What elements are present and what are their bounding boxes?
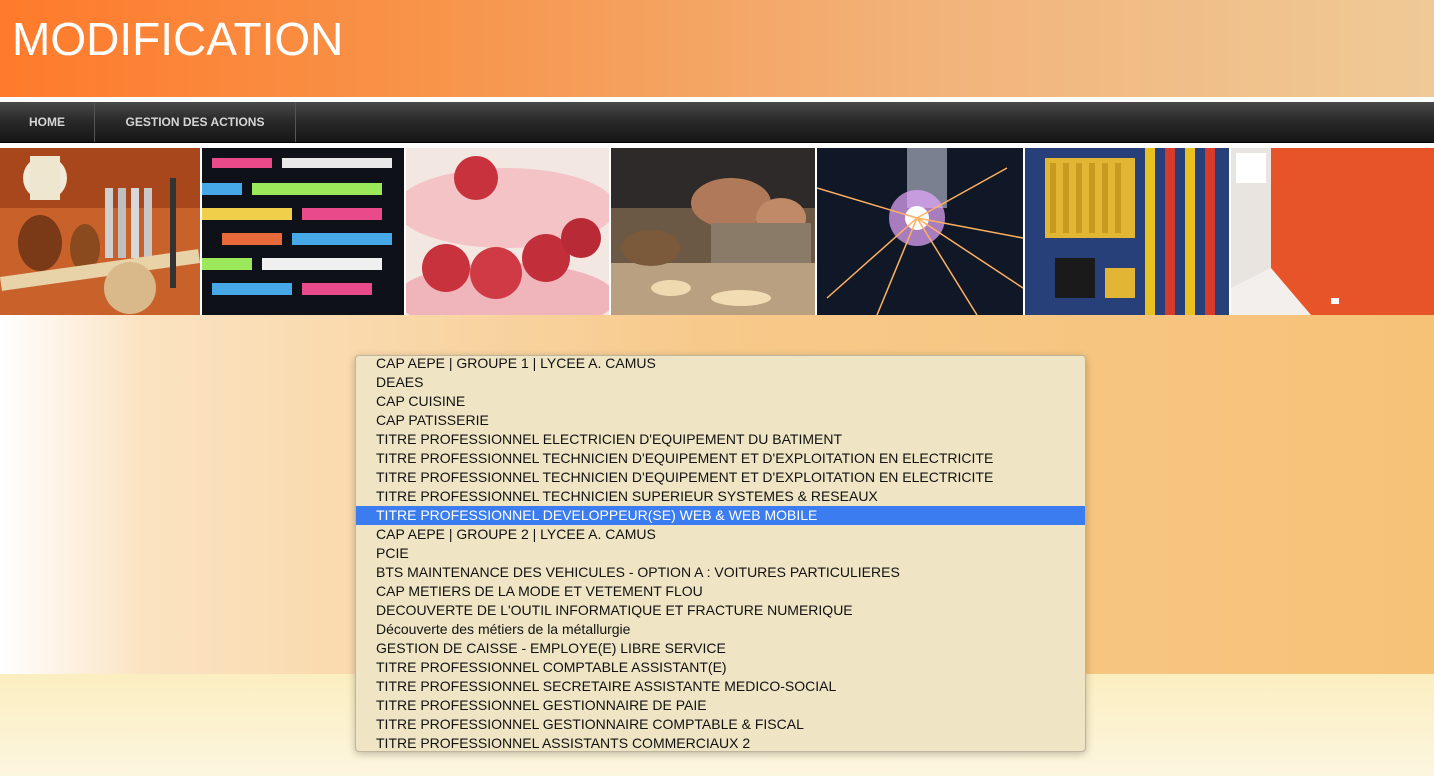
dropdown-option[interactable]: DECOUVERTE DE L'OUTIL INFORMATIQUE ET FR… — [356, 601, 1085, 620]
woodworking-plane-image — [611, 148, 815, 315]
dropdown-option[interactable]: TITRE PROFESSIONNEL TECHNICIEN D'EQUIPEM… — [356, 449, 1085, 468]
main-nav: HOME GESTION DES ACTIONS — [0, 102, 1434, 143]
painted-room-image — [1231, 148, 1434, 315]
dropdown-option[interactable]: CAP AEPE | GROUPE 1 | LYCEE A. CAMUS — [356, 356, 1085, 373]
action-select-dropdown[interactable]: CAP AEPE | GROUPE 1 | LYCEE A. CAMUS DEAE… — [355, 355, 1086, 752]
dropdown-option[interactable]: TITRE PROFESSIONNEL COMPTABLE ASSISTANT(… — [356, 658, 1085, 677]
nav-home-link[interactable]: HOME — [0, 102, 95, 142]
dropdown-option-selected[interactable]: TITRE PROFESSIONNEL DEVELOPPEUR(SE) WEB … — [356, 506, 1085, 525]
dropdown-option[interactable]: DEAES — [356, 373, 1085, 392]
dropdown-option[interactable]: BTS MAINTENANCE DES VEHICULES - OPTION A… — [356, 563, 1085, 582]
motherboard-image — [1025, 148, 1229, 315]
dropdown-option[interactable]: TITRE PROFESSIONNEL ASSISTANTS COMMERCIA… — [356, 734, 1085, 751]
dropdown-options-list[interactable]: CAP AEPE | GROUPE 1 | LYCEE A. CAMUS DEAE… — [356, 356, 1085, 751]
dropdown-option[interactable]: CAP AEPE | GROUPE 2 | LYCEE A. CAMUS — [356, 525, 1085, 544]
dropdown-option[interactable]: TITRE PROFESSIONNEL GESTIONNAIRE DE PAIE — [356, 696, 1085, 715]
dropdown-option[interactable]: TITRE PROFESSIONNEL TECHNICIEN SUPERIEUR… — [356, 487, 1085, 506]
dropdown-option[interactable]: PCIE — [356, 544, 1085, 563]
code-screen-image — [202, 148, 404, 315]
nav-gestion-actions-link[interactable]: GESTION DES ACTIONS — [95, 102, 296, 142]
dropdown-option[interactable]: CAP PATISSERIE — [356, 411, 1085, 430]
dropdown-option[interactable]: CAP CUISINE — [356, 392, 1085, 411]
dropdown-option[interactable]: Découverte des métiers de la métallurgie — [356, 620, 1085, 639]
dropdown-option[interactable]: CAP METIERS DE LA MODE ET VETEMENT FLOU — [356, 582, 1085, 601]
dropdown-option[interactable]: TITRE PROFESSIONNEL GESTIONNAIRE COMPTAB… — [356, 715, 1085, 734]
banner-image-strip — [0, 148, 1434, 315]
dropdown-option[interactable]: TITRE PROFESSIONNEL ELECTRICIEN D'EQUIPE… — [356, 430, 1085, 449]
dropdown-option[interactable]: TITRE PROFESSIONNEL TECHNICIEN D'EQUIPEM… — [356, 468, 1085, 487]
raspberry-macaron-image — [406, 148, 609, 315]
leather-tools-image — [0, 148, 200, 315]
laser-cutting-image — [817, 148, 1023, 315]
page-header: MODIFICATION — [0, 0, 1434, 97]
page-title: MODIFICATION — [12, 13, 344, 65]
dropdown-option[interactable]: GESTION DE CAISSE - EMPLOYE(E) LIBRE SER… — [356, 639, 1085, 658]
dropdown-option[interactable]: TITRE PROFESSIONNEL SECRETAIRE ASSISTANT… — [356, 677, 1085, 696]
